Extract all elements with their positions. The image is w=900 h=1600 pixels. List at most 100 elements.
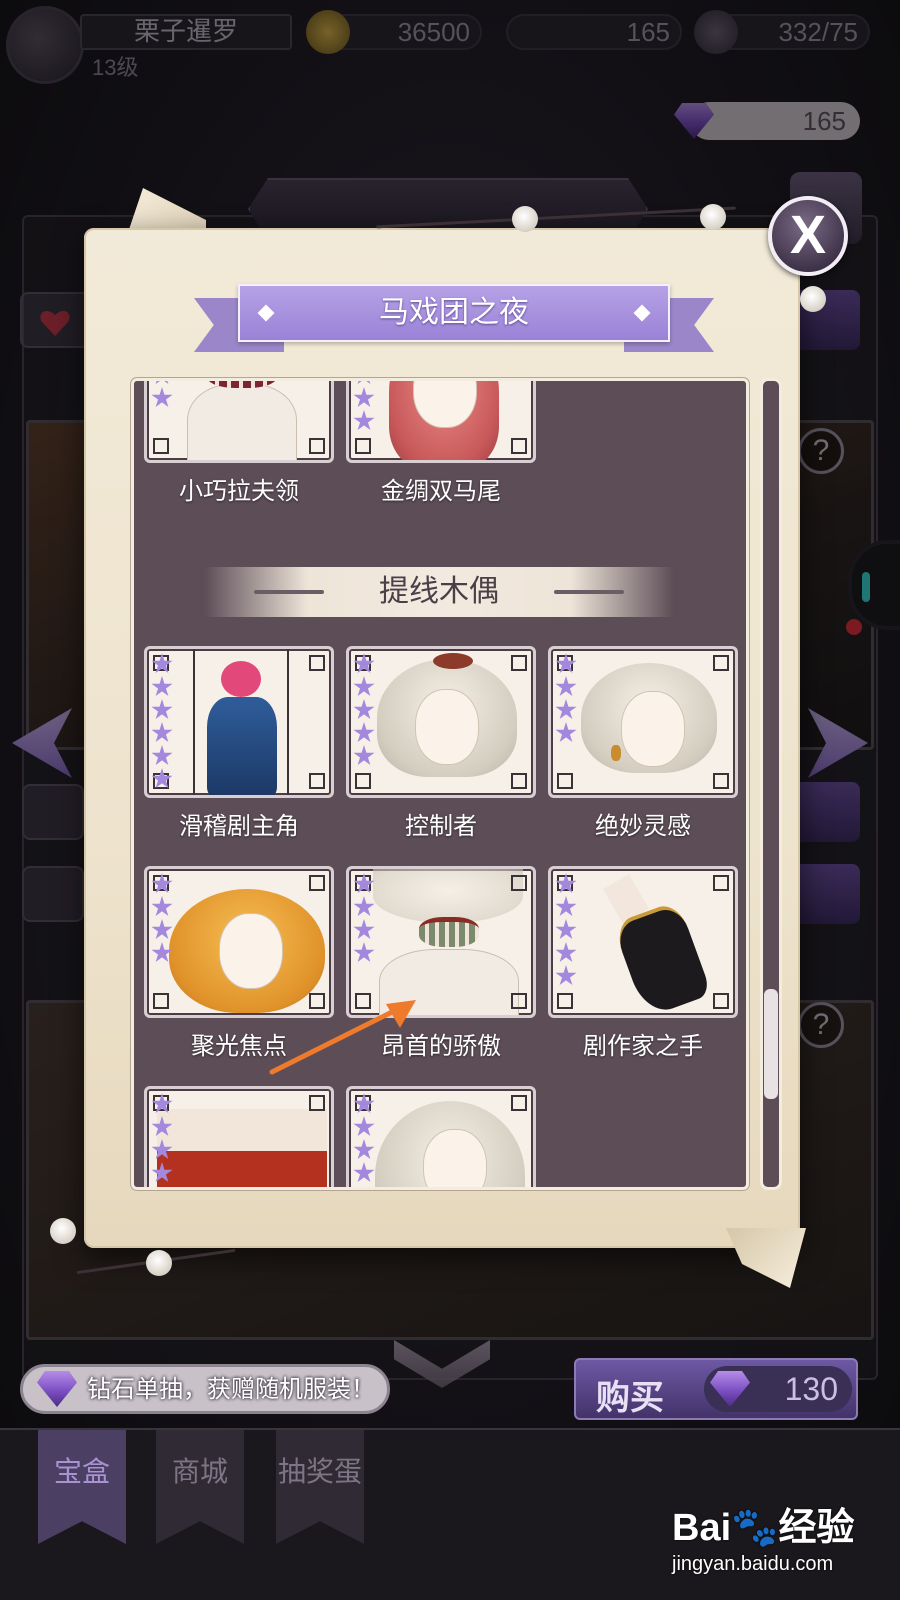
face-silhouette: [415, 689, 479, 765]
item-card[interactable]: [346, 1086, 536, 1187]
item-thumbnail: [144, 866, 334, 1018]
item-card[interactable]: 控制者: [346, 646, 536, 841]
star-icon: [353, 1162, 375, 1183]
item-list[interactable]: 小巧拉夫领 金绸双马尾 提线木偶 滑稽剧主角 控制者 绝妙灵感 聚光焦点 昂首的…: [131, 378, 749, 1190]
close-button[interactable]: X: [768, 196, 848, 276]
star-icon: [353, 699, 375, 720]
item-thumbnail: [548, 866, 738, 1018]
star-icon: [151, 873, 173, 894]
scrollbar-thumb[interactable]: [764, 989, 778, 1099]
section-header: 提线木偶: [204, 567, 674, 617]
frame-corner: [713, 875, 729, 891]
black-glove-icon: [612, 900, 712, 1015]
star-icon: [151, 745, 173, 766]
star-rating: [151, 1093, 175, 1184]
rose-icon: [50, 1218, 76, 1244]
frame-corner: [511, 655, 527, 671]
star-rating: [353, 1093, 377, 1184]
star-icon: [353, 1116, 375, 1137]
frame-corner: [309, 773, 325, 789]
modal-title-text: 马戏团之夜: [379, 295, 529, 330]
item-thumbnail: [144, 646, 334, 798]
diamond-ornament-icon: [257, 304, 275, 322]
item-card[interactable]: 聚光焦点: [144, 866, 334, 1061]
jester-outfit-icon: [157, 1109, 327, 1187]
puppet-string: [193, 649, 195, 795]
frame-corner: [355, 438, 371, 454]
star-icon: [151, 699, 173, 720]
frame-corner: [511, 773, 527, 789]
marionette-costume-icon: [207, 697, 277, 795]
frame-corner: [355, 773, 371, 789]
earring-art: [611, 745, 621, 761]
tab-label: 抽奖蛋: [277, 1455, 362, 1488]
collection-modal: X 马戏团之夜 小巧拉夫领 金绸双马尾 提线木偶 滑稽剧主角 控制者 绝妙灵感 …: [50, 188, 848, 1288]
paw-icon: 🐾: [731, 1507, 779, 1549]
star-icon: [353, 1139, 375, 1160]
draw-info-banner: 钻石单抽，获赠随机服装！: [20, 1364, 390, 1414]
pink-hair-art: [221, 661, 261, 697]
frame-corner: [713, 773, 729, 789]
item-card[interactable]: 小巧拉夫领: [144, 381, 334, 506]
buy-button[interactable]: 购买 130: [574, 1358, 858, 1420]
tab-treasure-box[interactable]: 宝盒: [38, 1430, 126, 1544]
flourish-ornament: [254, 590, 324, 594]
tab-lottery-egg[interactable]: 抽奖蛋: [276, 1430, 364, 1544]
draw-info-text: 钻石单抽，获赠随机服装！: [87, 1375, 375, 1403]
star-icon: [353, 381, 375, 385]
frame-corner: [557, 773, 573, 789]
star-icon: [353, 722, 375, 743]
vine-decoration: [376, 206, 736, 229]
tab-label: 宝盒: [53, 1455, 110, 1488]
star-icon: [353, 653, 375, 674]
star-icon: [151, 381, 173, 385]
star-icon: [353, 387, 375, 408]
item-card[interactable]: [144, 1086, 334, 1187]
bodice-art: [379, 949, 519, 1015]
star-icon: [353, 896, 375, 917]
star-rating: [555, 873, 579, 987]
modal-title: 马戏团之夜: [238, 284, 670, 342]
item-thumbnail: [346, 381, 536, 463]
item-thumbnail: [346, 646, 536, 798]
item-card[interactable]: 昂首的骄傲: [346, 866, 536, 1061]
title-ribbon: 马戏团之夜: [194, 284, 714, 352]
price-value: 130: [784, 1371, 838, 1407]
tab-shop[interactable]: 商城: [156, 1430, 244, 1544]
item-thumbnail: [144, 381, 334, 463]
item-label: 金绸双马尾: [381, 477, 501, 505]
star-icon: [151, 1162, 173, 1183]
star-rating: [555, 653, 579, 744]
parchment-curl: [726, 1228, 806, 1288]
star-icon: [151, 722, 173, 743]
star-icon: [555, 722, 577, 743]
scrollbar[interactable]: [760, 378, 782, 1190]
item-card[interactable]: 绝妙灵感: [548, 646, 738, 841]
face-silhouette: [219, 913, 283, 989]
star-icon: [555, 942, 577, 963]
frame-corner: [309, 655, 325, 671]
frame-corner: [153, 993, 169, 1009]
star-icon: [353, 745, 375, 766]
item-card[interactable]: 金绸双马尾: [346, 381, 536, 506]
item-card[interactable]: 剧作家之手: [548, 866, 738, 1061]
star-icon: [353, 873, 375, 894]
rose-icon: [512, 206, 538, 232]
star-icon: [151, 1093, 173, 1114]
star-icon: [151, 896, 173, 917]
item-label: 聚光焦点: [191, 1032, 287, 1060]
item-card[interactable]: 滑稽剧主角: [144, 646, 334, 841]
star-rating: [151, 381, 175, 409]
frame-corner: [153, 438, 169, 454]
puppet-string: [287, 649, 289, 795]
star-icon: [353, 919, 375, 940]
price-box: 130: [704, 1366, 852, 1412]
watermark-brand: Bai: [672, 1507, 732, 1549]
frame-corner: [355, 993, 371, 1009]
watermark-url: jingyan.baidu.com: [672, 1553, 834, 1575]
hair-art: [373, 869, 523, 923]
frame-corner: [511, 438, 527, 454]
flourish-ornament: [554, 590, 624, 594]
star-rating: [151, 873, 175, 964]
face-silhouette: [621, 691, 685, 767]
